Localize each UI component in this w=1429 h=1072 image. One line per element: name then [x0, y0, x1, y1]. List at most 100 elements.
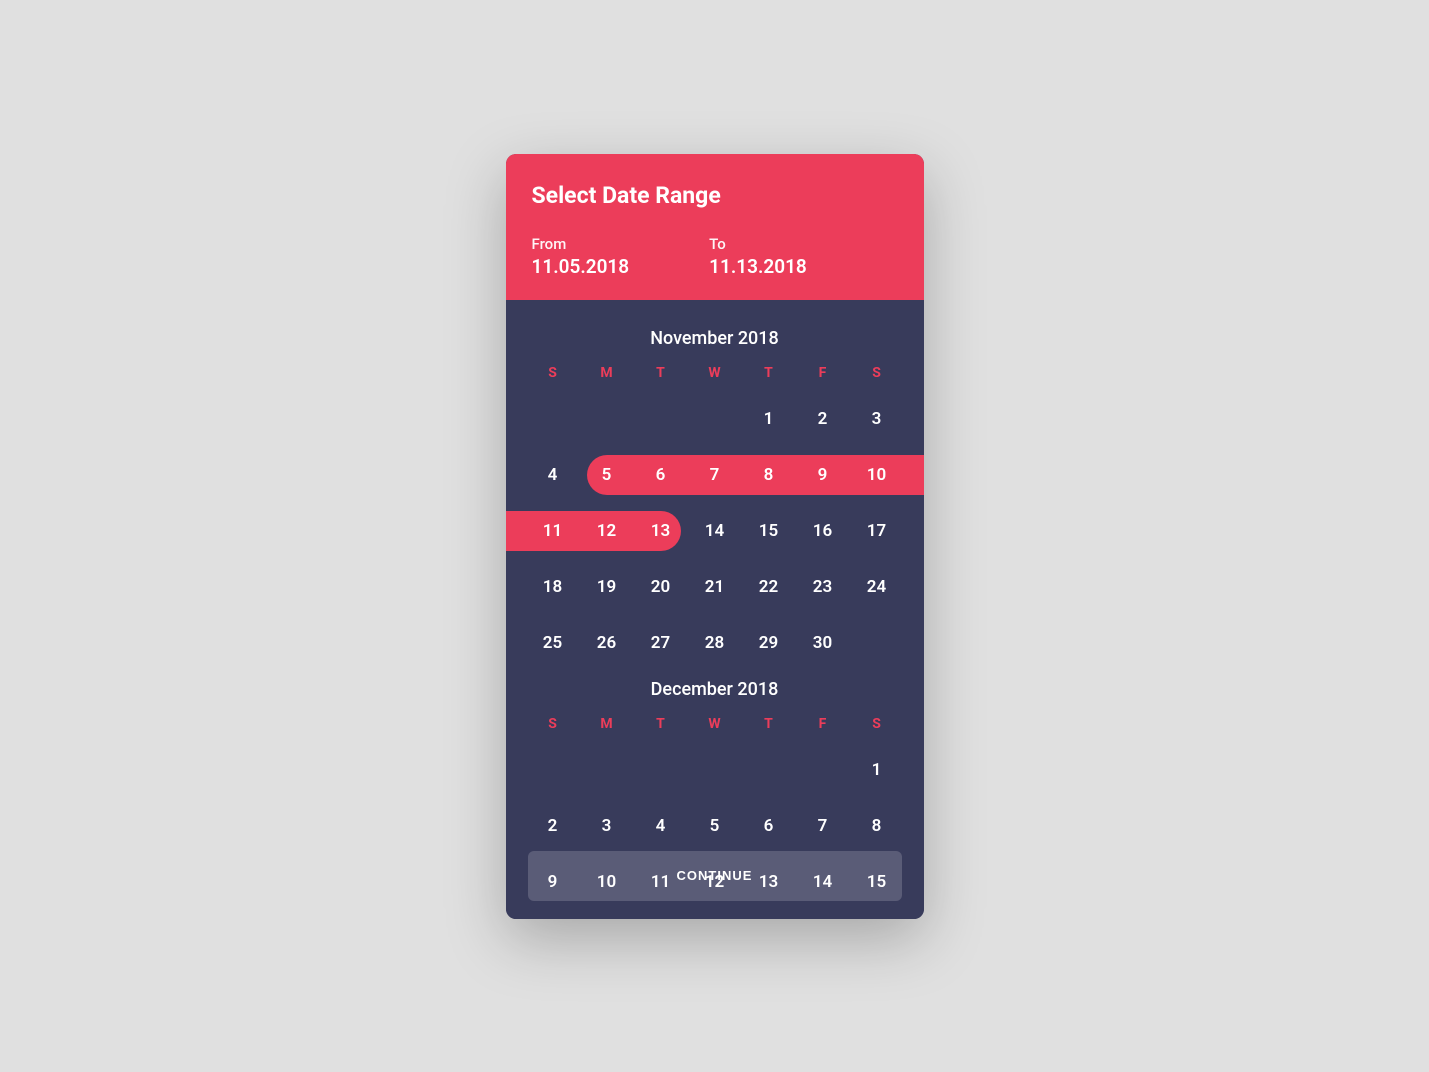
day-cell[interactable]: 17 [580, 910, 634, 919]
day-cell[interactable]: 1 [742, 391, 796, 447]
day-number: 3 [602, 816, 612, 836]
day-cell[interactable]: 14 [688, 503, 742, 559]
day-number: 7 [818, 816, 828, 836]
header: Select Date Range From 11.05.2018 To 11.… [506, 154, 924, 300]
weekday-label: S [850, 716, 904, 732]
days-grid: 1234567891011121314151617181920212223242… [506, 391, 924, 671]
day-number: 6 [656, 465, 666, 485]
weekday-label: T [634, 365, 688, 381]
day-empty [688, 391, 742, 447]
weekday-row: SMTWTFS [506, 716, 924, 732]
day-cell[interactable]: 29 [742, 615, 796, 671]
day-cell[interactable]: 22 [850, 910, 904, 919]
day-number: 22 [759, 577, 778, 597]
day-cell[interactable]: 4 [634, 798, 688, 854]
day-number: 5 [710, 816, 720, 836]
day-number: 1 [764, 409, 774, 429]
day-number: 4 [548, 465, 558, 485]
day-cell[interactable]: 19 [580, 559, 634, 615]
day-cell[interactable]: 3 [580, 798, 634, 854]
month-title: November 2018 [506, 328, 924, 349]
day-cell[interactable]: 8 [850, 798, 904, 854]
day-cell[interactable]: 24 [850, 559, 904, 615]
to-column[interactable]: To 11.13.2018 [709, 235, 807, 278]
day-number: 20 [651, 577, 670, 597]
day-cell[interactable]: 20 [742, 910, 796, 919]
day-number: 18 [543, 577, 562, 597]
from-label: From [532, 235, 630, 253]
weekday-label: T [742, 365, 796, 381]
dialog-title: Select Date Range [532, 182, 898, 209]
day-cell[interactable]: 27 [634, 615, 688, 671]
day-number: 12 [705, 872, 724, 892]
month-title: December 2018 [506, 679, 924, 700]
day-cell[interactable]: 2 [526, 798, 580, 854]
day-cell[interactable]: 16 [526, 910, 580, 919]
day-cell[interactable]: 10 [850, 447, 904, 503]
day-number: 27 [651, 633, 670, 653]
weekday-label: T [634, 716, 688, 732]
calendar-body[interactable]: November 2018SMTWTFS12345678910111213141… [506, 300, 924, 919]
day-cell[interactable]: 4 [526, 447, 580, 503]
day-cell[interactable]: 2 [796, 391, 850, 447]
day-number: 19 [597, 577, 616, 597]
day-number: 24 [867, 577, 886, 597]
day-number: 4 [656, 816, 666, 836]
day-number: 8 [764, 465, 774, 485]
day-cell[interactable]: 3 [850, 391, 904, 447]
day-number: 8 [872, 816, 882, 836]
day-number: 15 [759, 521, 778, 541]
day-number: 25 [543, 633, 562, 653]
weekday-label: F [796, 365, 850, 381]
day-number: 16 [813, 521, 832, 541]
day-empty [526, 391, 580, 447]
day-cell[interactable]: 28 [688, 615, 742, 671]
day-cell[interactable]: 5 [688, 798, 742, 854]
day-number: 1 [872, 760, 882, 780]
day-cell[interactable]: 22 [742, 559, 796, 615]
day-number: 2 [818, 409, 828, 429]
day-number: 30 [813, 633, 832, 653]
day-cell[interactable]: 1 [850, 742, 904, 798]
day-cell[interactable]: 20 [634, 559, 688, 615]
day-empty [796, 742, 850, 798]
day-number: 13 [759, 872, 778, 892]
from-column[interactable]: From 11.05.2018 [532, 235, 630, 278]
day-number: 21 [705, 577, 724, 597]
range-display: From 11.05.2018 To 11.13.2018 [532, 235, 898, 278]
day-number: 11 [543, 521, 562, 541]
weekday-label: M [580, 365, 634, 381]
day-number: 2 [548, 816, 558, 836]
day-cell[interactable]: 21 [796, 910, 850, 919]
day-number: 26 [597, 633, 616, 653]
day-cell[interactable]: 21 [688, 559, 742, 615]
day-empty [580, 742, 634, 798]
day-number: 3 [872, 409, 882, 429]
weekday-row: SMTWTFS [506, 365, 924, 381]
day-cell[interactable]: 6 [742, 798, 796, 854]
day-cell[interactable]: 19 [688, 910, 742, 919]
day-number: 15 [867, 872, 886, 892]
day-number: 6 [764, 816, 774, 836]
weekday-label: S [526, 365, 580, 381]
day-cell[interactable]: 13 [634, 503, 688, 559]
weekday-label: W [688, 716, 742, 732]
day-cell[interactable]: 18 [634, 910, 688, 919]
day-cell[interactable]: 7 [796, 798, 850, 854]
day-number: 10 [867, 465, 886, 485]
from-value: 11.05.2018 [532, 255, 630, 278]
day-cell[interactable]: 15 [742, 503, 796, 559]
day-cell[interactable]: 26 [580, 615, 634, 671]
day-cell[interactable]: 16 [796, 503, 850, 559]
day-cell[interactable]: 17 [850, 503, 904, 559]
day-empty [634, 391, 688, 447]
weekday-label: T [742, 716, 796, 732]
weekday-label: F [796, 716, 850, 732]
day-cell[interactable]: 30 [796, 615, 850, 671]
day-cell[interactable]: 25 [526, 615, 580, 671]
day-number: 10 [597, 872, 616, 892]
day-number: 29 [759, 633, 778, 653]
day-cell[interactable]: 18 [526, 559, 580, 615]
day-number: 9 [818, 465, 828, 485]
day-cell[interactable]: 23 [796, 559, 850, 615]
